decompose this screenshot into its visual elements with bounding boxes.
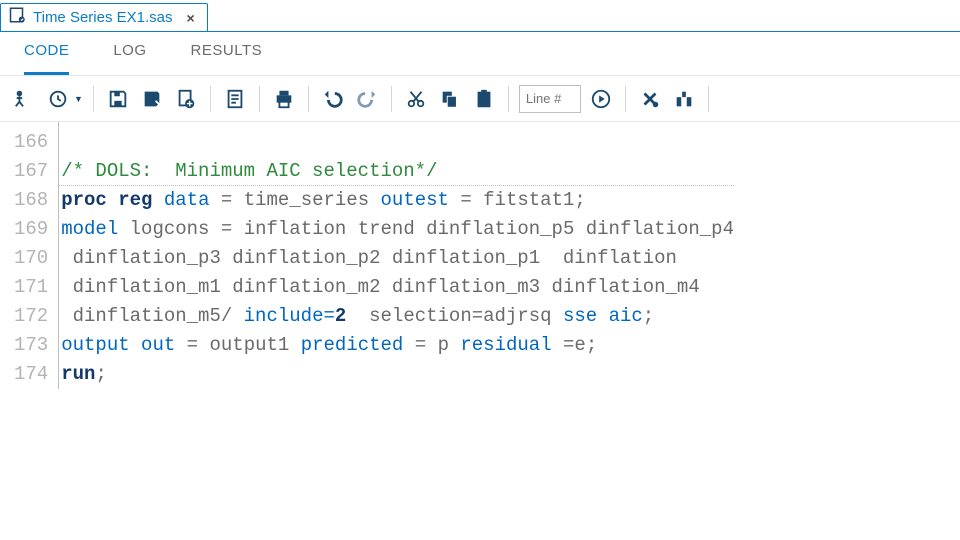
line-number: 171 — [14, 273, 48, 302]
line-number: 173 — [14, 331, 48, 360]
gutter: 166 167 168 169 170 171 172 173 174 — [0, 122, 58, 389]
line-number: 170 — [14, 244, 48, 273]
run-icon[interactable] — [10, 85, 38, 113]
code-line: dinflation_p3 dinflation_p2 dinflation_p… — [59, 244, 734, 273]
tab-log[interactable]: LOG — [113, 42, 146, 75]
code-line: proc reg data = time_series outest = fit… — [59, 186, 734, 215]
toolbar: ▼ — [0, 76, 960, 122]
history-dropdown[interactable]: ▼ — [44, 85, 83, 113]
line-number: 168 — [14, 186, 48, 215]
code-editor[interactable]: 166 167 168 169 170 171 172 173 174 /* D… — [0, 122, 960, 389]
line-number: 167 — [14, 157, 48, 186]
file-tab-label: Time Series EX1.sas — [33, 9, 173, 26]
code-line: dinflation_m1 dinflation_m2 dinflation_m… — [59, 273, 734, 302]
code-line: model logcons = inflation trend dinflati… — [59, 215, 734, 244]
line-number: 174 — [14, 360, 48, 389]
code-line: /* DOLS: Minimum AIC selection*/ — [59, 157, 734, 186]
paste-icon[interactable] — [470, 85, 498, 113]
redo-icon[interactable] — [353, 85, 381, 113]
code-line: dinflation_m5/ include=2 selection=adjrs… — [59, 302, 734, 331]
view-tabs: CODE LOG RESULTS — [0, 32, 960, 76]
line-number: 169 — [14, 215, 48, 244]
history-icon — [44, 85, 72, 113]
format-icon[interactable] — [670, 85, 698, 113]
print-icon[interactable] — [270, 85, 298, 113]
line-number: 166 — [14, 128, 48, 157]
tab-code[interactable]: CODE — [24, 42, 69, 75]
file-tab[interactable]: Time Series EX1.sas × — [0, 3, 208, 31]
summary-icon[interactable] — [221, 85, 249, 113]
code-line: output out = output1 predicted = p resid… — [59, 331, 734, 360]
undo-icon[interactable] — [319, 85, 347, 113]
copy-icon[interactable] — [436, 85, 464, 113]
code-line: run; — [59, 360, 734, 389]
caret-down-icon: ▼ — [74, 94, 83, 104]
close-icon[interactable]: × — [187, 10, 195, 26]
code-line — [59, 128, 734, 157]
save-icon[interactable] — [104, 85, 132, 113]
cut-icon[interactable] — [402, 85, 430, 113]
line-number: 172 — [14, 302, 48, 331]
clear-icon[interactable] — [636, 85, 664, 113]
sas-file-icon — [9, 6, 27, 29]
line-number-input[interactable] — [519, 85, 581, 113]
export-icon[interactable] — [172, 85, 200, 113]
tab-results[interactable]: RESULTS — [191, 42, 263, 75]
goto-icon[interactable] — [587, 85, 615, 113]
code-area[interactable]: /* DOLS: Minimum AIC selection*/ proc re… — [58, 122, 734, 389]
saveas-icon[interactable] — [138, 85, 166, 113]
